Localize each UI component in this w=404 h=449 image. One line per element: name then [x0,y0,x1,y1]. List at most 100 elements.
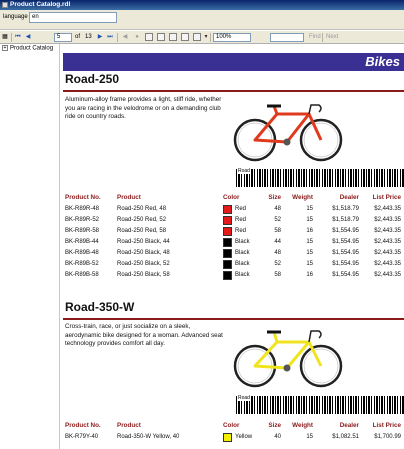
color-swatch [223,249,232,258]
refresh-icon[interactable] [145,33,153,41]
cell-no: BK-R89R-48 [65,206,100,212]
report-page: Bikes Road-250 Aluminum-alloy frame prov… [61,44,404,449]
cell-product: Road-250 Black, 48 [117,250,170,256]
cell-weight: 16 [306,272,313,278]
cell-dealer: $1,554.95 [332,228,359,234]
expand-icon[interactable]: + [2,45,8,51]
back-icon[interactable]: ◀ [121,33,129,42]
cell-size: 52 [274,217,281,223]
cell-no: BK-R89B-48 [65,250,99,256]
column-header: Size [268,422,281,429]
cell-size: 44 [274,239,281,245]
cell-no: BK-R89B-52 [65,261,99,267]
product-name: Road-250 [65,72,120,86]
color-swatch [223,216,232,225]
next-page-button[interactable]: ▶ [96,33,104,42]
find-next-button[interactable]: Next [326,33,338,42]
barcode [236,396,404,414]
color-swatch [223,271,232,280]
bike-photo [233,330,343,388]
cell-product: Road-250 Black, 52 [117,261,170,267]
cell-size: 40 [274,434,281,440]
cell-no: BK-R89B-44 [65,239,99,245]
color-swatch [223,433,232,442]
export-dropdown-icon[interactable]: ▾ [203,33,209,42]
cell-price: $2,443.35 [374,217,401,223]
cell-weight: 16 [306,228,313,234]
column-header: Color [223,422,240,429]
cell-dealer: $1,518.79 [332,206,359,212]
of-label: of [75,34,81,40]
find-input[interactable] [270,33,304,42]
stop-icon[interactable]: ● [133,33,141,42]
page-number-input[interactable]: 5 [54,33,72,42]
cell-price: $2,443.35 [374,228,401,234]
product-name: Road-350-W [65,300,135,314]
cell-weight: 15 [306,250,313,256]
color-swatch [223,238,232,247]
report-toolbar: ▦ ⏮ ◀ 5 of 13 ▶ ⏭ ◀ ● ▾ 100% Find Next [0,31,404,44]
cell-weight: 15 [306,239,313,245]
cell-size: 58 [274,228,281,234]
column-header: Dealer [339,194,359,201]
cell-no: BK-R89B-58 [65,272,99,278]
cell-price: $2,443.35 [374,250,401,256]
cell-product: Road-250 Red, 52 [117,217,167,223]
cell-price: $2,443.35 [374,206,401,212]
cell-dealer: $1,518.79 [332,217,359,223]
cell-size: 48 [274,206,281,212]
last-page-button[interactable]: ⏭ [106,33,114,42]
cell-size: 52 [274,261,281,267]
color-swatch [223,205,232,214]
barcode-label: Road [237,395,251,401]
first-page-button[interactable]: ⏮ [14,33,22,42]
language-label: language [3,14,28,20]
cell-no: BK-R89R-52 [65,217,100,223]
bike-photo [233,104,343,162]
column-header: Product No. [65,194,101,201]
cell-weight: 15 [306,217,313,223]
cell-no: BK-R79Y-40 [65,434,99,440]
cell-weight: 15 [306,261,313,267]
column-header: Weight [292,194,313,201]
cell-product: Road-250 Black, 44 [117,239,170,245]
export-icon[interactable] [193,33,201,41]
cell-dealer: $1,082.51 [332,434,359,440]
cell-size: 48 [274,250,281,256]
barcode [236,169,404,187]
cell-product: Road-250 Red, 48 [117,206,167,212]
toggle-docmap-icon[interactable]: ▦ [2,33,8,42]
cell-price: $1,700.99 [374,434,401,440]
cell-weight: 15 [306,206,313,212]
column-header: List Price [372,194,401,201]
print-layout-icon[interactable] [169,33,177,41]
total-pages: 13 [85,34,92,40]
docmap-item-product-catalog[interactable]: + Product Catalog [2,45,53,52]
cell-product: Road-350-W Yellow, 40 [117,434,180,440]
cell-product: Road-250 Black, 58 [117,272,170,278]
product-divider [63,318,404,320]
column-header: Dealer [339,422,359,429]
column-header: Product [117,194,141,201]
cell-price: $2,443.35 [374,239,401,245]
cell-dealer: $1,554.95 [332,272,359,278]
document-map: + Product Catalog [0,44,60,449]
window-title: Product Catalog.rdl [10,1,71,8]
product-description: Aluminum-alloy frame provides a light, s… [65,96,222,120]
find-button[interactable]: Find [309,33,321,42]
category-title: Bikes [365,54,400,69]
product-description: Cross-train, race, or just socialize on … [65,323,223,347]
barcode-label: Road [237,168,251,174]
page-setup-icon[interactable] [181,33,189,41]
cell-dealer: $1,554.95 [332,239,359,245]
docmap-label: Product Catalog [10,45,54,52]
previous-page-button[interactable]: ◀ [24,33,32,42]
zoom-select[interactable]: 100% [213,33,251,42]
cell-weight: 15 [306,434,313,440]
print-icon[interactable] [157,33,165,41]
category-banner: Bikes [63,53,404,71]
product-divider [63,90,404,92]
column-header: Weight [292,422,313,429]
language-input[interactable]: en [29,12,117,23]
cell-price: $2,443.35 [374,272,401,278]
